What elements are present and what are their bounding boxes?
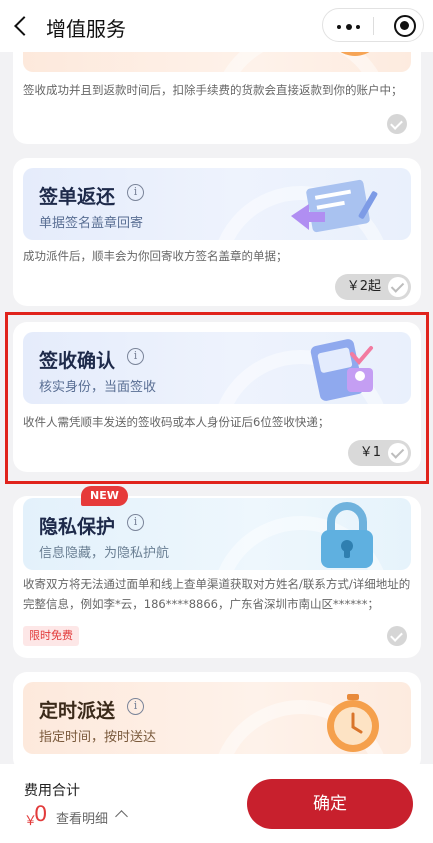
service-description: 签收成功并且到返款时间后，扣除手续费的货款会直接返款到你的账户中； [23,83,403,97]
service-card-privacy: NEW 隐私保护 i 信息隐藏，为隐私护航 收寄双方将无法通过面单和线上查单渠道… [13,486,421,658]
service-banner: 签单返还 i 单据签名盖章回寄 [23,168,411,240]
check-icon [388,277,408,297]
limited-free-tag: 限时免费 [23,626,79,646]
info-icon[interactable]: i [127,698,144,715]
clock-illustration-icon [327,694,379,752]
service-subtitle: 指定时间，按时送达 [39,730,157,745]
service-subtitle: 信息隐藏，为隐私护航 [39,546,170,561]
service-banner: 定时派送 i 指定时间，按时送达 [23,682,411,754]
document-return-illustration-icon [291,179,378,233]
service-description: 成功派件后，顺丰会为你回寄收方签名盖章的单据； [23,249,288,263]
highlight-frame [5,312,429,484]
info-icon[interactable]: i [127,184,144,201]
description-line: 收寄双方将无法通过面单和线上查单渠道获取对方姓名/联系方式/详细地址的 [23,577,411,591]
description-line: 完整信息，例如李*云，186****8866，广东省深圳市南山区******； [23,597,379,611]
padlock-illustration-icon [321,502,373,568]
price-selector[interactable]: ￥2起 [334,274,411,300]
new-badge: NEW [81,486,128,506]
service-banner: 隐私保护 i 信息隐藏，为隐私护航 [23,498,411,570]
page-title: 增值服务 [46,17,126,41]
total-amount: 0 [34,802,48,826]
info-icon[interactable]: i [127,514,144,531]
price-label: ￥2起 [346,279,381,294]
service-title: 签单返还 [39,186,116,208]
view-detail-link[interactable]: 查看明细 [56,808,108,827]
target-icon[interactable] [394,15,416,37]
chevron-up-icon[interactable] [115,810,128,823]
select-checkbox[interactable] [387,114,407,134]
service-title: 定时派送 [39,700,116,722]
more-dots-icon[interactable] [335,15,363,37]
service-card-sign-return: 签单返还 i 单据签名盖章回寄 成功派件后，顺丰会为你回寄收方签名盖章的单据； … [13,158,421,306]
capsule-divider [373,17,374,35]
service-description: 收寄双方将无法通过面单和线上查单渠道获取对方姓名/联系方式/详细地址的 完整信息… [23,574,415,614]
service-card-scheduled: 定时派送 i 指定时间，按时送达 [13,672,421,772]
mini-program-capsule [322,8,424,42]
select-checkbox[interactable] [387,626,407,646]
back-arrow-icon[interactable] [10,12,34,40]
service-subtitle: 单据签名盖章回寄 [39,216,144,231]
service-title: 隐私保护 [39,516,116,538]
footer-bar: 费用合计 ￥ 0 查看明细 确定 [0,764,433,843]
nav-header: 增值服务 [0,0,433,52]
total-label: 费用合计 [24,783,80,799]
confirm-button[interactable]: 确定 [247,779,413,829]
